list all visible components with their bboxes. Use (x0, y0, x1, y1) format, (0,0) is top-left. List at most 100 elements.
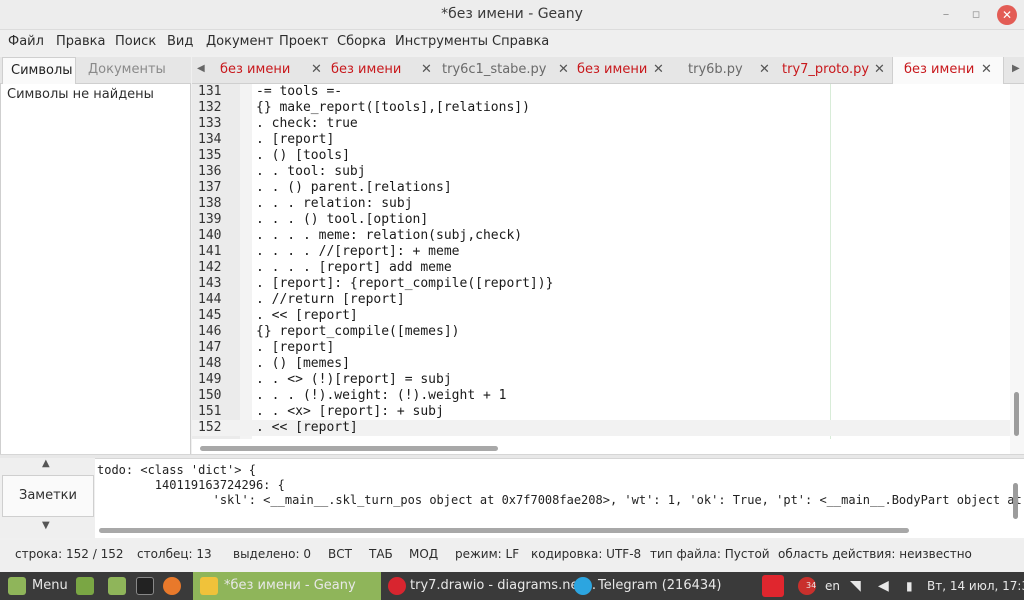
line-number: 134 (198, 132, 222, 147)
opera-tray-icon[interactable] (762, 575, 784, 597)
line-number: 141 (198, 244, 222, 259)
tabs-scroll-left-icon[interactable]: ◀ (197, 63, 205, 74)
menu-build[interactable]: Сборка (337, 34, 386, 49)
battery-icon[interactable]: ▮ (906, 572, 913, 600)
code-line[interactable]: 140 . . . . meme: relation(subj,check) (192, 228, 1010, 244)
keyboard-layout[interactable]: en (825, 572, 840, 600)
code-line[interactable]: 150 . . . (!).weight: (!).weight + 1 (192, 388, 1010, 404)
tabs-scroll-right-icon[interactable]: ▶ (1012, 63, 1020, 74)
telegram-icon (574, 577, 592, 595)
network-icon[interactable]: ◥ (850, 572, 861, 600)
code-line[interactable]: 145 . << [report] (192, 308, 1010, 324)
line-code: . . . relation: subj (256, 196, 413, 211)
code-line[interactable]: 134 . [report] (192, 132, 1010, 148)
line-code: . . () parent.[relations] (256, 180, 452, 195)
taskbar-item-geany[interactable]: *без имени - Geany (224, 572, 356, 600)
doc-tab[interactable]: без имени ✕ (569, 57, 669, 84)
minimize-icon[interactable]: – (936, 5, 956, 25)
start-menu-button[interactable]: Menu (32, 572, 68, 600)
volume-icon[interactable]: ◀ (878, 572, 889, 600)
code-line[interactable]: 139 . . . () tool.[option] (192, 212, 1010, 228)
close-icon[interactable]: ✕ (997, 5, 1017, 25)
line-number: 152 (198, 420, 222, 435)
status-column: столбец: 13 (137, 547, 212, 561)
line-code: . . . . //[report]: + meme (256, 244, 460, 259)
notes-vertical-scrollbar[interactable] (1013, 483, 1018, 519)
line-code: . [report] (256, 132, 335, 147)
editor-horizontal-scrollbar[interactable] (200, 446, 498, 451)
code-line[interactable]: 132 {} make_report([tools],[relations]) (192, 100, 1010, 116)
close-tab-icon[interactable]: ✕ (421, 57, 432, 83)
show-desktop-icon[interactable] (76, 577, 94, 595)
doc-tab[interactable]: try6c1_stabe.py ✕ (434, 57, 569, 84)
scrollbar-thumb[interactable] (1014, 392, 1019, 436)
close-tab-icon[interactable]: ✕ (653, 57, 664, 83)
code-line[interactable]: 141 . . . . //[report]: + meme (192, 244, 1010, 260)
taskbar-item-telegram[interactable]: Telegram (216434) (598, 572, 721, 600)
files-icon[interactable] (108, 577, 126, 595)
notes-horizontal-scrollbar[interactable] (99, 528, 909, 533)
code-line[interactable]: 131 -= tools =- (192, 84, 1010, 100)
status-encoding: кодировка: UTF-8 (531, 547, 642, 561)
menu-tools[interactable]: Инструменты (395, 34, 488, 49)
doc-tab-label: без имени (904, 62, 975, 77)
menu-project[interactable]: Проект (279, 34, 328, 49)
code-line[interactable]: 143 . [report]: {report_compile([report])… (192, 276, 1010, 292)
doc-tab[interactable]: try6b.py ✕ (680, 57, 770, 84)
firefox-icon[interactable] (163, 577, 181, 595)
menu-file[interactable]: Файл (8, 34, 44, 49)
code-line[interactable]: 135 . () [tools] (192, 148, 1010, 164)
close-tab-icon[interactable]: ✕ (311, 57, 322, 83)
window-title: *без имени - Geany (441, 6, 583, 22)
tab-scroll-down-icon[interactable]: ▼ (42, 520, 50, 531)
line-code: . [report]: {report_compile([report])} (256, 276, 554, 291)
mint-logo-icon[interactable] (8, 577, 26, 595)
code-line[interactable]: 137 . . () parent.[relations] (192, 180, 1010, 196)
code-editor[interactable]: 131 -= tools =- 132 {} make_report([tools],… (192, 84, 1024, 454)
code-line[interactable]: 147 . [report] (192, 340, 1010, 356)
line-number: 147 (198, 340, 222, 355)
status-bar: строка: 152 / 152 столбец: 13 выделено: … (0, 540, 1024, 570)
clock[interactable]: Вт, 14 июл, 17:35 (927, 572, 1024, 600)
code-line[interactable]: 133 . check: true (192, 116, 1010, 132)
tab-documents[interactable]: Документы (80, 57, 174, 84)
code-line[interactable]: 148 . () [memes] (192, 356, 1010, 372)
doc-tab-active[interactable]: без имени ✕ (892, 57, 1004, 84)
code-line[interactable]: 138 . . . relation: subj (192, 196, 1010, 212)
close-tab-icon[interactable]: ✕ (874, 57, 885, 83)
close-tab-icon[interactable]: ✕ (558, 57, 569, 83)
menu-search[interactable]: Поиск (115, 34, 156, 49)
menu-view[interactable]: Вид (167, 34, 193, 49)
restore-icon[interactable]: ▫ (966, 5, 986, 25)
menu-help[interactable]: Справка (492, 34, 549, 49)
notes-panel[interactable]: todo: <class 'dict'> { 140119163724296: … (95, 458, 1024, 538)
close-tab-icon[interactable]: ✕ (759, 57, 770, 83)
tab-symbols[interactable]: Символы (2, 57, 76, 84)
code-line[interactable]: 142 . . . . [report] add meme (192, 260, 1010, 276)
line-code: . . . . [report] add meme (256, 260, 452, 275)
status-eol: режим: LF (455, 547, 520, 561)
menu-document[interactable]: Документ (206, 34, 274, 49)
editor-vertical-scrollbar[interactable] (1010, 84, 1024, 454)
doc-tab[interactable]: без имени ✕ (212, 57, 322, 84)
notes-line: 'skl': <__main__.skl_turn_pos object at … (97, 493, 1024, 507)
code-line[interactable]: 152 . << [report] (192, 420, 1010, 436)
terminal-icon[interactable] (136, 577, 154, 595)
code-line[interactable]: 144 . //return [report] (192, 292, 1010, 308)
tab-notes[interactable]: Заметки (2, 475, 94, 517)
code-line[interactable]: 151 . . <x> [report]: + subj (192, 404, 1010, 420)
code-line[interactable]: 149 . . <> (!)[report] = subj (192, 372, 1010, 388)
doc-tab[interactable]: без имени ✕ (323, 57, 433, 84)
line-code: -= tools =- (256, 84, 343, 99)
close-tab-icon[interactable]: ✕ (981, 57, 992, 83)
line-code: . //return [report] (256, 292, 405, 307)
taskbar-item-drawio[interactable]: try7.drawio - diagrams.net... (410, 572, 596, 600)
line-code: {} make_report([tools],[relations]) (256, 100, 530, 115)
code-line[interactable]: 146 {} report_compile([memes]) (192, 324, 1010, 340)
tab-scroll-up-icon[interactable]: ▲ (42, 458, 50, 469)
code-line[interactable]: 136 . . tool: subj (192, 164, 1010, 180)
menu-edit[interactable]: Правка (56, 34, 105, 49)
doc-tab[interactable]: try7_proto.py ✕ (774, 57, 889, 84)
line-number: 132 (198, 100, 222, 115)
taskbar: Menu *без имени - Geany try7.drawio - di… (0, 572, 1024, 600)
